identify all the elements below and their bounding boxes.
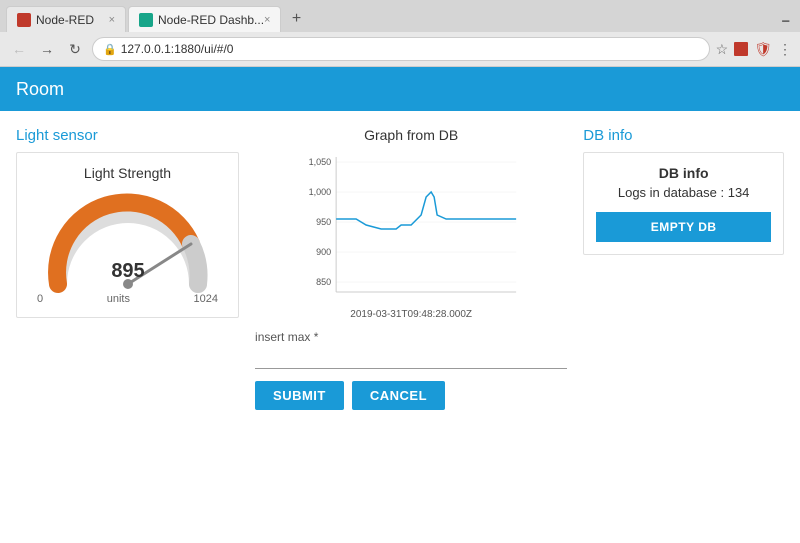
extension-icon-red (734, 42, 748, 56)
url-text: 127.0.0.1:1880/ui/#/0 (121, 42, 234, 56)
svg-text:1,050: 1,050 (309, 157, 332, 167)
input-section: insert max * (255, 330, 567, 369)
app-header: Room (0, 67, 800, 111)
address-bar: ← → ↻ 🔒 127.0.0.1:1880/ui/#/0 ☆ 🛡 ⋮ (0, 32, 800, 66)
menu-icon[interactable]: ⋮ (778, 41, 792, 58)
minimize-button[interactable]: 🗕 (782, 11, 791, 32)
db-info-box: DB info Logs in database : 134 EMPTY DB (583, 152, 784, 255)
tab-node-red[interactable]: Node-RED × (6, 6, 126, 32)
new-tab-button[interactable]: + (283, 6, 309, 32)
light-sensor-panel: Light sensor Light Strength 895 (16, 127, 239, 527)
db-info-box-title: DB info (596, 165, 771, 181)
gauge-container: 895 (38, 189, 218, 289)
page-title: Room (16, 79, 64, 100)
input-label: insert max * (255, 330, 567, 344)
tab-close-node-red[interactable]: × (109, 14, 115, 26)
url-bar[interactable]: 🔒 127.0.0.1:1880/ui/#/0 (92, 37, 710, 61)
empty-db-button[interactable]: EMPTY DB (596, 212, 771, 242)
cancel-button[interactable]: CANCEL (352, 381, 445, 410)
back-button[interactable]: ← (8, 38, 30, 60)
reload-button[interactable]: ↻ (64, 38, 86, 60)
svg-text:1,000: 1,000 (309, 187, 332, 197)
graph-title: Graph from DB (255, 127, 567, 143)
lock-icon: 🔒 (103, 43, 117, 56)
tab-label-dashboard: Node-RED Dashb... (158, 13, 264, 27)
app-body: Light sensor Light Strength 895 (0, 111, 800, 543)
gauge-svg: 895 (38, 189, 218, 299)
tab-close-dashboard[interactable]: × (264, 14, 270, 26)
gauge-panel: Light Strength 895 0 unit (16, 152, 239, 318)
forward-button[interactable]: → (36, 38, 58, 60)
extension-icon-shield: 🛡 (754, 41, 772, 58)
gauge-title: Light Strength (29, 165, 226, 181)
tab-icon-node-red (17, 13, 31, 27)
button-row: SUBMIT CANCEL (255, 381, 567, 410)
db-info-panel: DB info DB info Logs in database : 134 E… (583, 127, 784, 527)
svg-text:895: 895 (111, 260, 144, 282)
submit-button[interactable]: SUBMIT (255, 381, 344, 410)
insert-max-input[interactable] (255, 347, 567, 369)
bookmark-icon[interactable]: ☆ (716, 41, 729, 58)
svg-text:850: 850 (316, 277, 331, 287)
browser-chrome: Node-RED × Node-RED Dashb... × + 🗕 ← → ↻… (0, 0, 800, 67)
light-sensor-title: Light sensor (16, 127, 239, 144)
tab-icon-dashboard (139, 13, 153, 27)
svg-text:950: 950 (316, 217, 331, 227)
tab-label-node-red: Node-RED (36, 13, 94, 27)
db-info-title: DB info (583, 127, 784, 144)
svg-text:900: 900 (316, 247, 331, 257)
graph-timestamp: 2019-03-31T09:48:28.000Z (255, 309, 567, 320)
tab-node-red-dashboard[interactable]: Node-RED Dashb... × (128, 6, 281, 32)
db-logs-count: Logs in database : 134 (596, 185, 771, 200)
graph-area: 1,050 1,000 950 900 850 (255, 147, 567, 307)
tab-bar: Node-RED × Node-RED Dashb... × + 🗕 (0, 0, 800, 32)
graph-panel: Graph from DB 1,050 1,000 950 900 850 (255, 127, 567, 527)
graph-svg: 1,050 1,000 950 900 850 (255, 147, 567, 307)
